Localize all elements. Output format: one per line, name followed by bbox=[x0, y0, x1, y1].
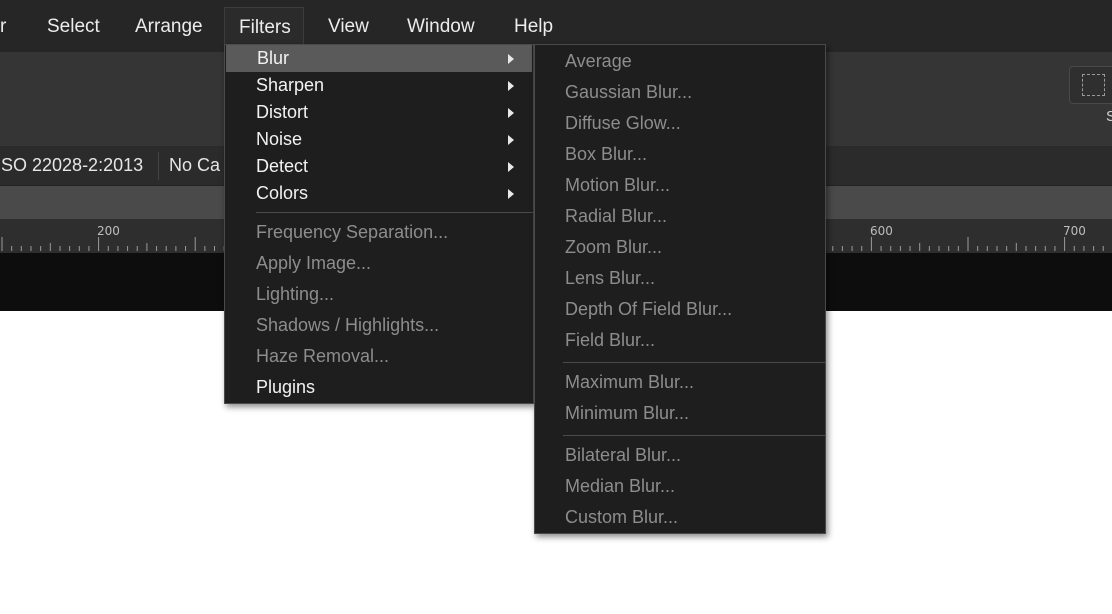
menu-item-custom-blur[interactable]: Custom Blur... bbox=[565, 504, 678, 531]
ruler-label-200: 200 bbox=[97, 224, 120, 238]
menu-item-average[interactable]: Average bbox=[565, 48, 632, 75]
menu-separator bbox=[563, 362, 825, 363]
submenu-arrow-icon bbox=[508, 81, 514, 91]
menu-item-minimum-blur[interactable]: Minimum Blur... bbox=[565, 400, 689, 427]
menu-item-label: Distort bbox=[256, 102, 309, 122]
menu-item-haze-removal[interactable]: Haze Removal... bbox=[256, 343, 389, 370]
menu-item-median-blur[interactable]: Median Blur... bbox=[565, 473, 675, 500]
menu-item-colors[interactable]: Colors bbox=[256, 180, 532, 207]
menu-item-sharpen[interactable]: Sharpen bbox=[256, 72, 532, 99]
submenu-arrow-icon bbox=[508, 189, 514, 199]
menu-item-blur[interactable]: Blur bbox=[226, 45, 532, 72]
menu-separator bbox=[563, 435, 825, 436]
toolbar-partial-label: S bbox=[1106, 108, 1112, 125]
submenu-arrow-icon bbox=[508, 162, 514, 172]
menu-item-maximum-blur[interactable]: Maximum Blur... bbox=[565, 369, 694, 396]
menu-separator bbox=[256, 212, 534, 213]
menu-item-box-blur[interactable]: Box Blur... bbox=[565, 141, 647, 168]
color-profile-label[interactable]: ISO 22028-2:2013 bbox=[0, 155, 143, 176]
menu-item-select[interactable]: Select bbox=[47, 7, 100, 47]
menu-item-plugins[interactable]: Plugins bbox=[256, 374, 315, 401]
menu-item-distort[interactable]: Distort bbox=[256, 99, 532, 126]
ruler-label-600: 600 bbox=[870, 224, 893, 238]
menu-item-window[interactable]: Window bbox=[407, 7, 475, 47]
menu-item-lighting[interactable]: Lighting... bbox=[256, 281, 334, 308]
menu-item-lens-blur[interactable]: Lens Blur... bbox=[565, 265, 655, 292]
menu-item-noise[interactable]: Noise bbox=[256, 126, 532, 153]
menu-item-gaussian-blur[interactable]: Gaussian Blur... bbox=[565, 79, 692, 106]
menu-item-radial-blur[interactable]: Radial Blur... bbox=[565, 203, 667, 230]
context-divider bbox=[158, 152, 159, 180]
menu-item-label: Colors bbox=[256, 183, 309, 203]
menu-item-bilateral-blur[interactable]: Bilateral Blur... bbox=[565, 442, 681, 469]
menu-item-depth-of-field-blur[interactable]: Depth Of Field Blur... bbox=[565, 296, 732, 323]
menu-item-layer-partial[interactable]: r bbox=[0, 7, 6, 47]
filters-menu: Blur Sharpen Distort Noise Detect Colors… bbox=[224, 44, 534, 404]
marquee-select-icon[interactable] bbox=[1069, 66, 1112, 104]
menu-item-zoom-blur[interactable]: Zoom Blur... bbox=[565, 234, 662, 261]
menu-item-field-blur[interactable]: Field Blur... bbox=[565, 327, 655, 354]
ruler-label-700: 700 bbox=[1063, 224, 1086, 238]
menu-item-arrange[interactable]: Arrange bbox=[135, 7, 203, 47]
menu-item-shadows-highlights[interactable]: Shadows / Highlights... bbox=[256, 312, 439, 339]
submenu-arrow-icon bbox=[508, 135, 514, 145]
menu-item-detect[interactable]: Detect bbox=[256, 153, 532, 180]
menu-item-view[interactable]: View bbox=[328, 7, 369, 47]
blur-submenu: Average Gaussian Blur... Diffuse Glow...… bbox=[534, 44, 826, 534]
menu-item-label: Detect bbox=[256, 156, 309, 176]
camera-label[interactable]: No Ca bbox=[169, 155, 220, 176]
submenu-arrow-icon bbox=[508, 54, 514, 64]
menu-item-label: Noise bbox=[256, 129, 303, 149]
submenu-arrow-icon bbox=[508, 108, 514, 118]
menu-item-filters[interactable]: Filters bbox=[224, 7, 304, 47]
menu-item-frequency-separation[interactable]: Frequency Separation... bbox=[256, 219, 448, 246]
menu-item-motion-blur[interactable]: Motion Blur... bbox=[565, 172, 670, 199]
menu-item-label: Blur bbox=[257, 48, 290, 68]
menu-item-help[interactable]: Help bbox=[514, 7, 553, 47]
menu-item-label: Sharpen bbox=[256, 75, 325, 95]
menu-item-apply-image[interactable]: Apply Image... bbox=[256, 250, 371, 277]
menu-item-diffuse-glow[interactable]: Diffuse Glow... bbox=[565, 110, 681, 137]
